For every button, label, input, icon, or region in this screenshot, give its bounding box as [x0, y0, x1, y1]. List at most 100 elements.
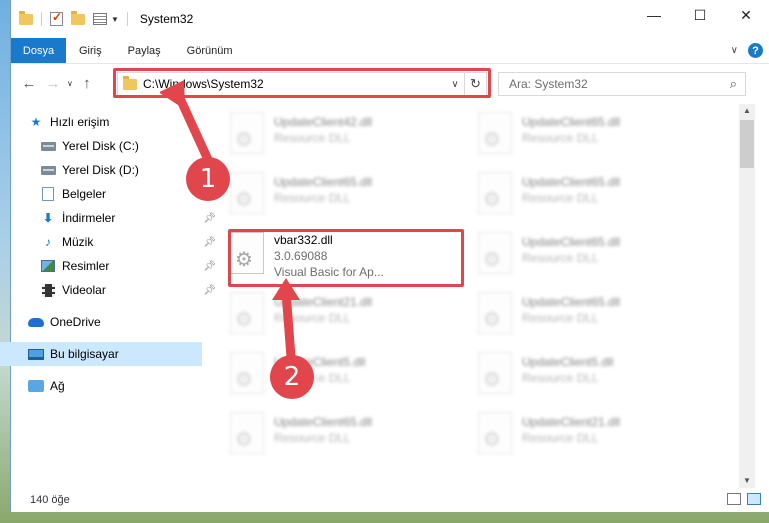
dll-file-icon [478, 412, 512, 454]
file-description: Resource DLL [274, 431, 351, 445]
downloads-icon: ⬇ [42, 211, 54, 225]
sidebar-item-downloads[interactable]: ⬇ İndirmeler 📌︎ [28, 206, 220, 230]
computer-icon [28, 347, 44, 361]
recent-locations-icon[interactable]: ∨ [67, 79, 73, 88]
file-name: UpdateClient65.dll [274, 175, 373, 189]
status-bar: 140 öğe [10, 488, 769, 512]
file-name: UpdateClient65.dll [522, 115, 621, 129]
file-name: UpdateClient65.dll [522, 295, 621, 309]
window-controls: — ☐ ✕ [631, 0, 769, 30]
maximize-button[interactable]: ☐ [677, 0, 723, 30]
callout-badge-2: 2 [270, 355, 314, 399]
divider [41, 12, 42, 26]
file-item[interactable]: UpdateClient21.dllResource DLL [208, 286, 448, 342]
file-description: Resource DLL [522, 191, 599, 205]
sidebar-item-label: Resimler [62, 259, 110, 273]
sidebar-item-music[interactable]: ♪ Müzik 📌︎ [28, 230, 220, 254]
file-description: Resource DLL [274, 191, 351, 205]
scroll-thumb[interactable] [740, 120, 754, 168]
divider [126, 12, 128, 26]
ribbon: Dosya Giriş Paylaş Görünüm ∨ ? [11, 38, 769, 64]
sidebar-item-label: İndirmeler [62, 211, 116, 225]
dll-file-icon [478, 292, 512, 334]
dll-file-icon [478, 232, 512, 274]
sidebar-item-label: OneDrive [50, 315, 101, 329]
details-view-icon[interactable] [727, 493, 741, 505]
file-name: UpdateClient21.dll [522, 415, 621, 429]
sidebar-item-label: Yerel Disk (C:) [62, 139, 139, 153]
sidebar-item-onedrive[interactable]: OneDrive [28, 310, 220, 334]
file-description: Resource DLL [522, 431, 599, 445]
file-description: Resource DLL [522, 131, 599, 145]
dll-file-icon [230, 412, 264, 454]
search-icon[interactable]: ⌕ [730, 76, 737, 92]
tab-share[interactable]: Paylaş [115, 38, 174, 63]
tiles-view-icon[interactable] [747, 493, 761, 505]
file-description: Resource DLL [522, 371, 599, 385]
dll-file-icon [478, 172, 512, 214]
file-name: UpdateClient42.dll [274, 115, 373, 129]
file-item[interactable]: UpdateClient65.dll Resource DLL [208, 406, 448, 462]
file-item[interactable]: UpdateClient65.dll Resource DLL [456, 286, 696, 342]
music-icon: ♪ [45, 235, 51, 249]
file-item[interactable]: UpdateClient5.dllResource DLL [208, 346, 448, 402]
sidebar-item-label: Belgeler [62, 187, 107, 201]
folder-icon [19, 10, 33, 25]
file-item[interactable]: UpdateClient65.dll Resource DLL [456, 226, 696, 282]
properties-check-icon[interactable] [50, 10, 63, 26]
callout-badge-1: 1 [186, 157, 230, 201]
drive-icon [40, 139, 56, 153]
sidebar-item-network[interactable]: Ağ [28, 374, 220, 398]
cloud-icon [28, 315, 44, 329]
item-count: 140 öğe [30, 494, 70, 506]
new-folder-icon[interactable] [71, 10, 85, 25]
close-button[interactable]: ✕ [723, 0, 769, 30]
search-input[interactable]: Ara: System32 ⌕ [498, 72, 746, 96]
tab-home[interactable]: Giriş [66, 38, 115, 63]
file-item[interactable]: UpdateClient65.dll Resource DLL [456, 106, 696, 162]
forward-button[interactable]: → [41, 75, 65, 92]
quick-access-toolbar: ▼ [11, 10, 132, 26]
file-name: UpdateClient65.dll [522, 175, 621, 189]
view-toggle [727, 493, 761, 505]
file-description: Resource DLL [522, 251, 599, 265]
tab-file[interactable]: Dosya [11, 38, 66, 63]
file-description: Resource DLL [274, 131, 351, 145]
back-button[interactable]: ← [17, 75, 41, 92]
sidebar-item-label: Bu bilgisayar [50, 347, 119, 361]
vertical-scrollbar[interactable]: ▲ ▼ [739, 104, 755, 488]
expand-ribbon-icon[interactable]: ∨ [731, 45, 738, 56]
file-item[interactable]: UpdateClient65.dll Resource DLL [456, 166, 696, 222]
file-item[interactable]: UpdateClient21.dll Resource DLL [456, 406, 696, 462]
scroll-up-icon[interactable]: ▲ [739, 104, 755, 118]
file-description: Resource DLL [522, 311, 599, 325]
sidebar-item-pictures[interactable]: Resimler 📌︎ [28, 254, 220, 278]
network-icon [28, 379, 44, 393]
file-name: UpdateClient65.dll [274, 415, 373, 429]
search-placeholder: Ara: System32 [509, 77, 588, 91]
title-bar: ▼ System32 — ☐ ✕ [11, 0, 769, 38]
dll-file-icon [230, 292, 264, 334]
help-icon[interactable]: ? [748, 43, 763, 58]
tab-view[interactable]: Görünüm [174, 38, 246, 63]
up-button[interactable]: ↑ [75, 75, 99, 92]
file-name: UpdateClient5.dll [522, 355, 614, 369]
file-item[interactable]: UpdateClient5.dll Resource DLL [456, 346, 696, 402]
sidebar-item-label: Hızlı erişim [50, 115, 110, 129]
sidebar-item-this-pc[interactable]: Bu bilgisayar [0, 342, 202, 366]
dll-file-icon [478, 352, 512, 394]
sidebar-item-label: Ağ [50, 379, 65, 393]
sidebar-item-label: Videolar [62, 283, 106, 297]
scroll-down-icon[interactable]: ▼ [739, 474, 755, 488]
window-title: System32 [139, 12, 194, 26]
minimize-button[interactable]: — [631, 0, 677, 30]
customize-icon[interactable] [93, 13, 107, 25]
sidebar-item-videos[interactable]: Videolar 📌︎ [28, 278, 220, 302]
videos-icon [40, 283, 56, 297]
star-icon: ★ [30, 115, 42, 129]
documents-icon [40, 187, 56, 201]
toolbar-dropdown-icon[interactable]: ▼ [111, 15, 119, 24]
sidebar-item-label: Müzik [62, 235, 94, 249]
drive-icon [40, 163, 56, 177]
file-name: UpdateClient65.dll [522, 235, 621, 249]
